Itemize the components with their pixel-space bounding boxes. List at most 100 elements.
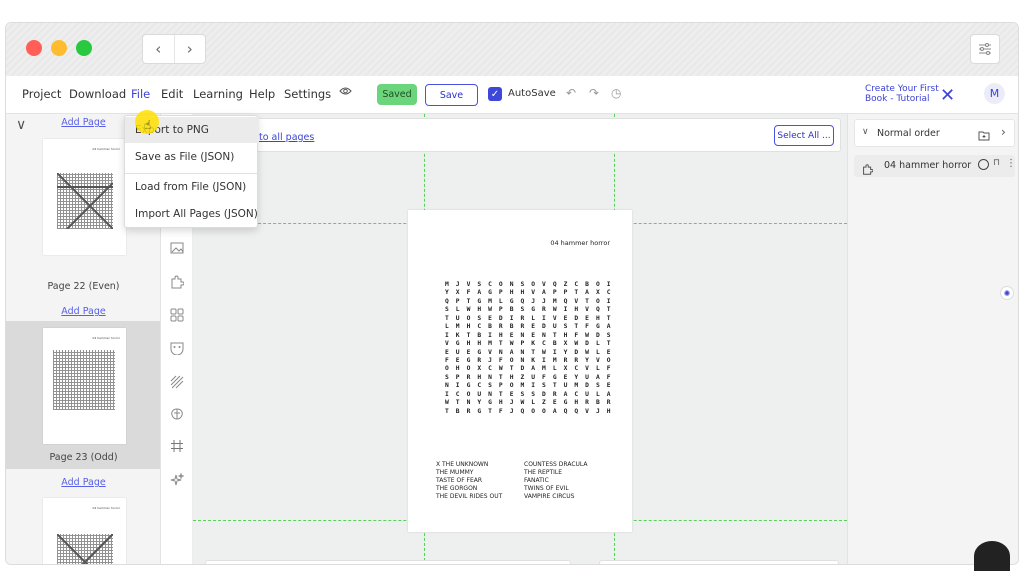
thumbnail-strike-marks [57,173,113,229]
undo-icon[interactable]: ↶ [566,86,576,100]
menu-settings[interactable]: Settings [284,87,331,101]
chevron-down-icon: ∨ [862,127,869,137]
add-folder-icon[interactable] [978,126,990,145]
hashtag-icon[interactable] [167,436,187,456]
grid-row: Q P T G M L G Q J J M Q V T O I [445,297,613,305]
brain-helper-icon[interactable]: ✺ [1000,286,1014,300]
thumbnail-title: 04 hammer horror [92,336,120,340]
close-window-button[interactable] [26,40,42,56]
preview-button[interactable] [339,85,352,99]
pointer-cursor-icon: ☝ [144,118,152,132]
folder-icon-svg [978,131,990,141]
forward-button[interactable]: › [175,35,206,63]
word-search-grid: M J V S C O N S O V Q Z C B O IY X F A G… [445,281,612,416]
title-bar: ‹ › [6,23,1018,76]
word-list-item: X THE UNKNOWN [436,461,489,468]
layer-item[interactable]: 04 hammer horror ⊓ ⋮ [854,155,1016,177]
menu-file[interactable]: File [131,87,150,101]
word-list-item: COUNTESS DRACULA [524,461,588,468]
page-thumbnail[interactable]: 04 hammer horror [43,139,126,255]
word-list-item: THE MUMMY [436,469,474,476]
autosave-checkbox[interactable]: ✓ [488,87,502,101]
history-clock-icon[interactable]: ◷ [611,86,621,100]
grid-row: S L W H W P B S G R W I H V Q T [445,306,613,314]
grid-row: T U O S E D I R L I V E D E H T [445,314,613,322]
minimize-window-button[interactable] [51,40,67,56]
history-nav: ‹ › [142,34,206,64]
word-list-item: VAMPIRE CIRCUS [524,493,575,500]
close-tutorial-icon[interactable]: ✕ [940,85,955,106]
thumbnail-strike-marks [57,534,113,564]
check-icon: ✓ [490,88,500,100]
order-label: Normal order [877,128,940,139]
mask-icon-svg [170,342,184,355]
redo-icon[interactable]: ↷ [589,86,599,100]
more-options-icon[interactable]: ⋮ [1006,158,1016,169]
page-label: Page 22 (Even) [47,281,120,292]
visibility-circle-icon[interactable] [978,159,989,170]
pattern-icon[interactable] [167,372,187,392]
thumbnail-grid [53,350,115,410]
unlock-icon[interactable]: ⊓ [993,158,1000,168]
sparkle-icon[interactable] [167,470,187,490]
brain-icon[interactable] [167,404,187,424]
page-thumbnail-selected[interactable]: 04 hammer horror [43,328,126,444]
grid-row: O H O X C W T D A M L X C V L F [445,365,613,373]
grid-row: Y X F A G P H H V A P P T A X C [445,289,613,297]
tutorial-link[interactable]: Create Your First Book - Tutorial [865,84,941,104]
load-json-menu-item[interactable]: Load from File (JSON) [125,174,259,200]
menu-learning[interactable]: Learning [193,87,243,101]
word-list-item: THE REPTILE [524,469,563,476]
grid-layout-icon-svg [170,308,184,322]
word-list-item: FANATIC [524,477,549,484]
word-list-item: TASTE OF FEAR [436,477,483,484]
menu-help[interactable]: Help [249,87,275,101]
saved-status-badge: Saved [377,84,417,105]
chat-help-button[interactable] [974,541,1010,571]
import-pages-menu-item[interactable]: Import All Pages (JSON) [125,201,259,227]
layers-panel: ∨ Normal order › 04 hammer horror ⊓ ⋮ [847,114,1018,564]
puzzle-icon-svg [171,275,184,289]
menu-download[interactable]: Download [69,87,126,101]
save-button[interactable]: Save [425,84,478,106]
grid-row: E U E G V N A N T W I Y D W L E [445,348,613,356]
bottom-status-bar [205,560,571,564]
mask-icon[interactable] [167,338,187,358]
thumbnail-title: 04 hammer horror [92,147,120,151]
word-list-item: THE DEVIL RIDES OUT [436,493,503,500]
sidebar-toggle-button[interactable] [970,34,1000,64]
thumbnail-title: 04 hammer horror [92,506,120,510]
add-page-link[interactable]: Add Page [6,477,160,488]
puzzle-icon[interactable] [167,272,187,292]
menu-edit[interactable]: Edit [161,87,183,101]
editor-canvas[interactable]: 04 hammer horror M J V S C O N S O V Q Z… [193,114,847,564]
hashtag-icon-svg [171,440,183,452]
user-avatar[interactable]: M [984,83,1005,104]
menu-project[interactable]: Project [22,87,61,101]
image-icon[interactable] [167,238,187,258]
bottom-status-bar-right [599,560,839,564]
grid-row: I K T B I H E N E N T H F W D S [445,331,613,339]
grid-row: V G H H M T W P K C B X W D L T [445,340,613,348]
word-list-item: TWINS OF EVIL [524,485,569,492]
sliders-icon [979,43,991,55]
maximize-window-button[interactable] [76,40,92,56]
grid-layout-icon[interactable] [167,305,187,325]
grid-row: S P R H N T H Z U F G E Y U A F [445,373,613,381]
grid-row: F E G R J F O N K I M R R Y V O [445,356,613,364]
grid-row: T B R G T F J Q O O A Q Q V J H [445,407,613,415]
apply-to-all-pages-link[interactable]: to all pages [259,132,314,143]
page-thumbnail[interactable]: 04 hammer horror [43,498,126,564]
order-dropdown[interactable]: ∨ Normal order › [854,119,1015,147]
menu-bar: Project Download File Edit Learning Help… [6,76,1018,114]
add-page-link[interactable]: Add Page [6,306,160,317]
layer-label: 04 hammer horror [884,160,972,171]
chevron-right-icon[interactable]: › [1001,125,1006,139]
puzzle-page[interactable]: 04 hammer horror M J V S C O N S O V Q Z… [408,210,632,532]
back-button[interactable]: ‹ [143,35,175,63]
select-all-button[interactable]: Select All ... [774,125,834,146]
grid-row: L M H C B R B R E D U S T F G A [445,323,613,331]
app-window: ‹ › Project Download File Edit Learning … [5,22,1019,565]
save-json-menu-item[interactable]: Save as File (JSON) [125,144,259,170]
autosave-label: AutoSave [508,88,556,99]
